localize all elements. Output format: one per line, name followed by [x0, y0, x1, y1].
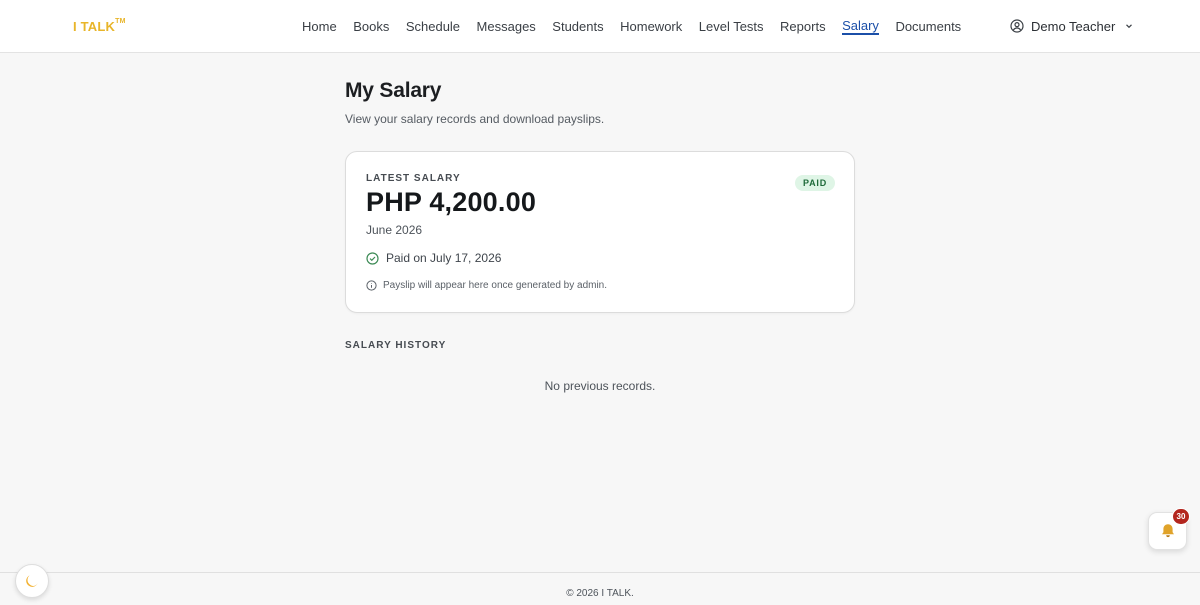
nav-item-messages[interactable]: Messages: [477, 0, 536, 53]
payslip-note-text: Payslip will appear here once generated …: [383, 280, 608, 291]
theme-toggle-button[interactable]: [15, 564, 49, 598]
main-nav: Home Books Schedule Messages Students Ho…: [302, 0, 978, 53]
user-circle-icon: [1010, 19, 1024, 33]
nav-item-level-tests[interactable]: Level Tests: [699, 0, 764, 53]
page-header: My Salary View your salary records and d…: [345, 79, 855, 126]
nav-item-reports[interactable]: Reports: [780, 0, 826, 53]
brand-logo-text: I TALK: [73, 19, 116, 34]
salary-amount: PHP 4,200.00: [366, 187, 537, 217]
top-navbar: I TALKTM Home Books Schedule Messages St…: [0, 0, 1200, 53]
nav-item-books[interactable]: Books: [353, 0, 389, 53]
salary-period: June 2026: [366, 223, 423, 237]
page-subtitle: View your salary records and download pa…: [345, 112, 605, 126]
moon-icon: [24, 573, 40, 589]
nav-item-documents[interactable]: Documents: [895, 0, 961, 53]
check-circle-icon: [366, 251, 379, 265]
user-name: Demo Teacher: [1031, 18, 1116, 34]
status-badge: PAID: [794, 175, 835, 191]
info-icon: [366, 280, 377, 291]
salary-history-empty: No previous records.: [544, 379, 656, 393]
user-menu-button[interactable]: Demo Teacher: [1010, 17, 1134, 35]
nav-item-schedule[interactable]: Schedule: [406, 0, 460, 53]
nav-item-salary[interactable]: Salary: [842, 0, 879, 52]
latest-salary-label: LATEST SALARY: [366, 173, 461, 184]
footer: © 2026 I TALK.: [0, 572, 1200, 605]
chevron-down-icon: [1124, 21, 1134, 31]
footer-copyright: © 2026 I TALK.: [566, 588, 634, 599]
brand-logo-trademark: TM: [115, 18, 126, 25]
brand-logo[interactable]: I TALKTM: [73, 18, 126, 34]
nav-item-homework[interactable]: Homework: [620, 0, 682, 53]
notification-count-badge: 30: [1172, 508, 1190, 525]
bell-icon: [1159, 522, 1177, 540]
page-title: My Salary: [345, 79, 442, 102]
payslip-note-row: Payslip will appear here once generated …: [366, 280, 607, 291]
salary-history-title: SALARY HISTORY: [345, 340, 447, 351]
nav-item-home[interactable]: Home: [302, 0, 337, 53]
latest-salary-card: LATEST SALARY PHP 4,200.00 June 2026 Pai…: [345, 151, 855, 313]
nav-item-students[interactable]: Students: [552, 0, 603, 53]
paid-date-text: Paid on July 17, 2026: [386, 251, 502, 265]
paid-date-row: Paid on July 17, 2026: [366, 251, 501, 265]
